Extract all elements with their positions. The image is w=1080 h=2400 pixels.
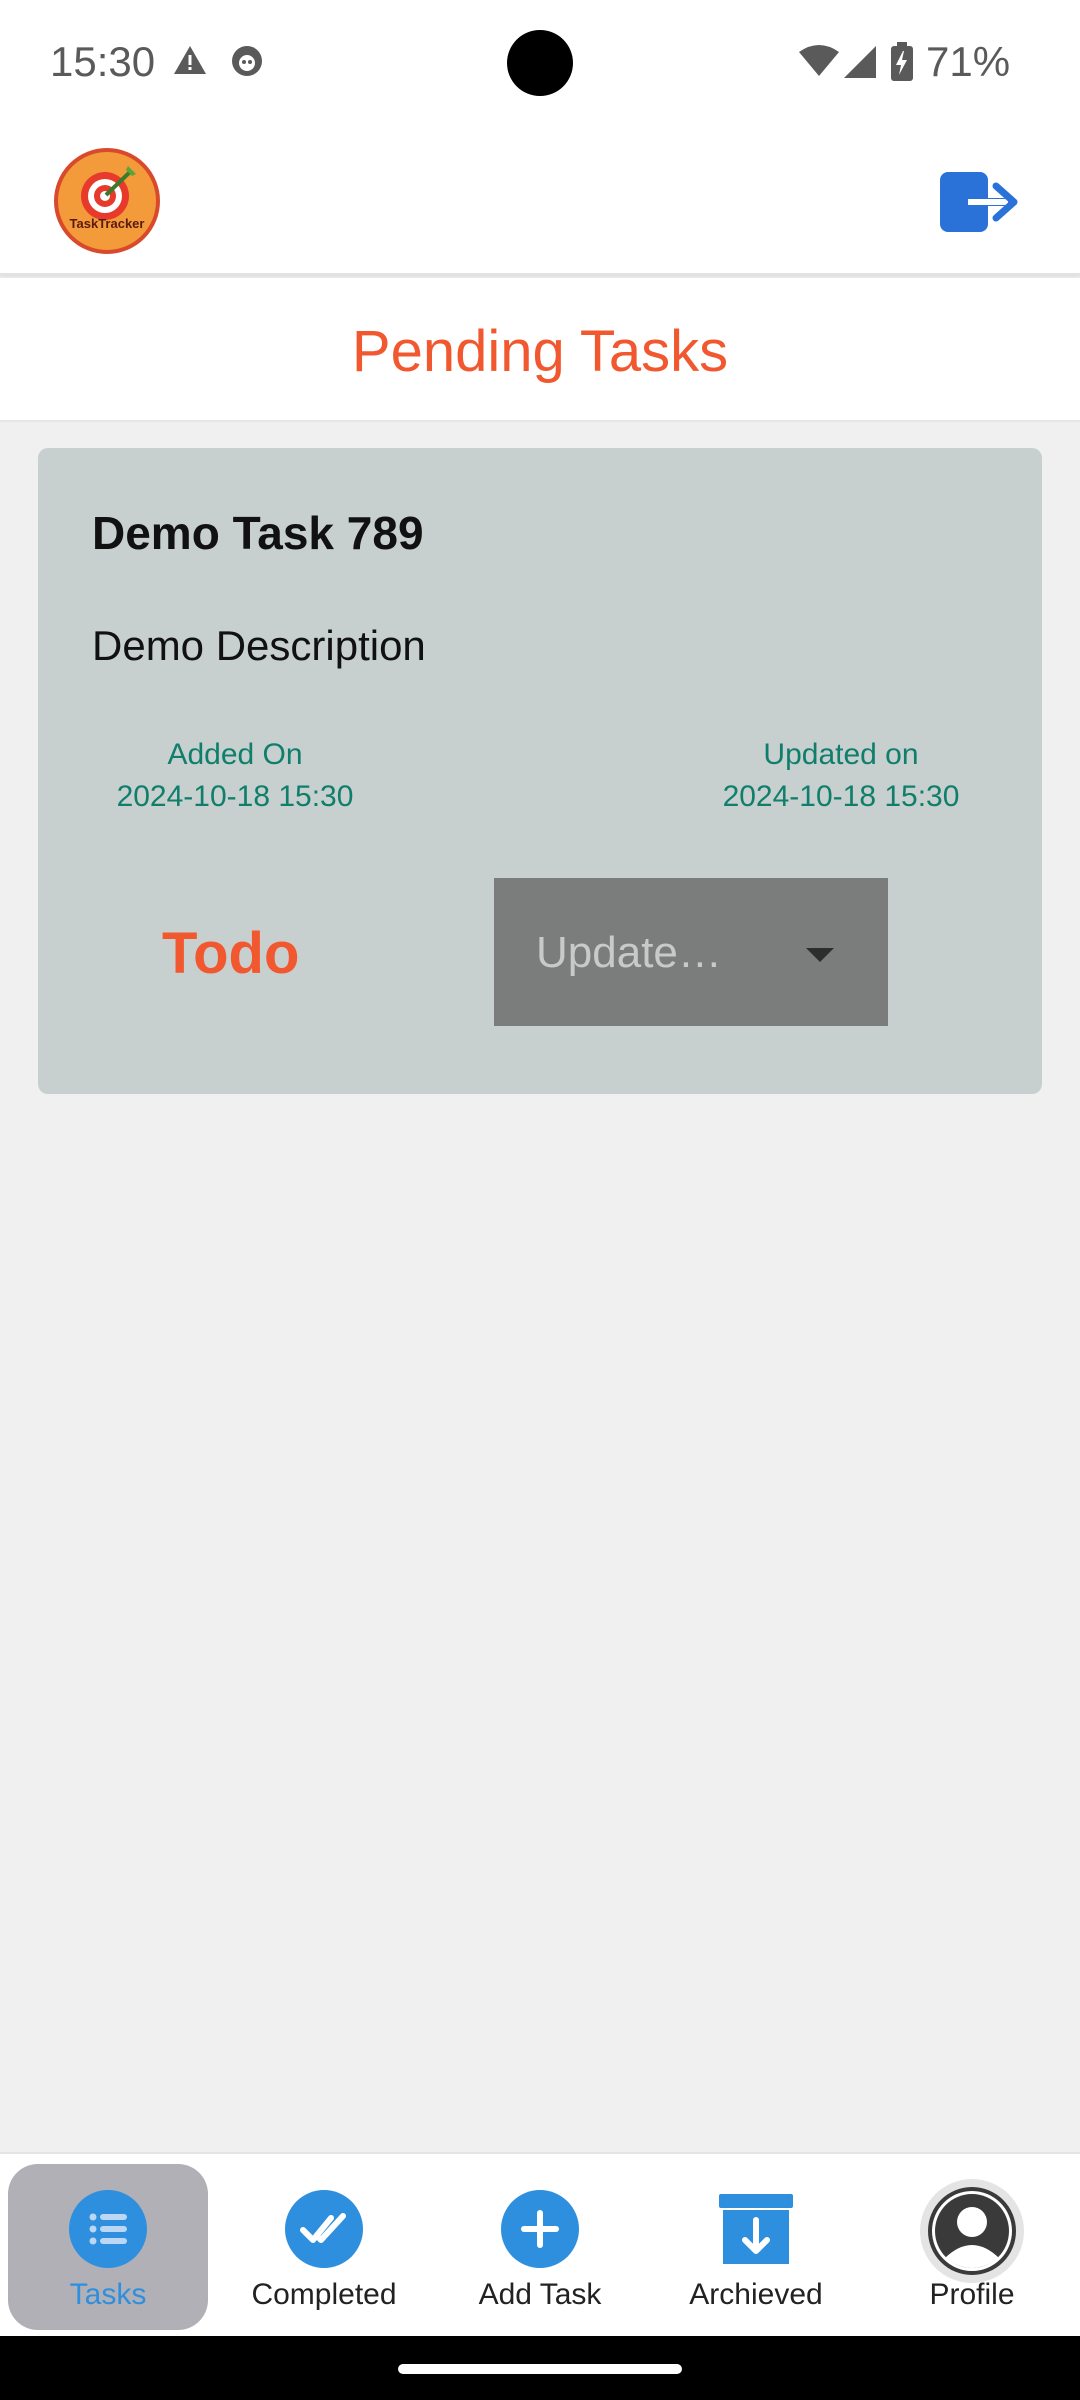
logout-icon[interactable] [938,168,1020,236]
nav-label-archived: Archieved [689,2278,823,2311]
battery-icon [891,42,913,81]
task-card[interactable]: Demo Task 789 Demo Description Added On … [38,448,1042,1094]
nav-label-completed: Completed [251,2278,397,2311]
target-icon [81,166,136,220]
status-time: 15:30 [50,38,156,85]
added-on-label: Added On [167,738,303,771]
update-status-dropdown[interactable]: Update… [494,878,888,1026]
updated-on-label: Updated on [763,738,919,771]
nav-label-add-task: Add Task [478,2278,602,2311]
task-status: Todo [162,921,300,986]
title-bar: Pending Tasks [0,278,1080,422]
double-check-icon [285,2190,363,2268]
nav-profile[interactable]: Profile [872,2164,1072,2330]
wifi-icon [799,45,839,76]
camera-cutout [507,30,573,96]
updated-on-value: 2024-10-18 15:30 [722,780,960,813]
list-icon [69,2190,147,2268]
task-title: Demo Task 789 [92,507,424,559]
nav-label-profile: Profile [929,2278,1015,2311]
nav-add-task[interactable]: Add Task [440,2164,640,2330]
screen: 15:30 71% TaskTracker Pending Tasks Demo… [0,0,1080,2400]
updated-on-block: Updated on 2024-10-18 15:30 [696,734,986,818]
added-on-value: 2024-10-18 15:30 [116,780,354,813]
nav-tasks[interactable]: Tasks [8,2164,208,2330]
gesture-bar [0,2336,1080,2400]
home-indicator[interactable] [398,2364,682,2374]
plus-icon [501,2190,579,2268]
signal-icon [844,46,876,78]
page-title: Pending Tasks [351,319,729,384]
nav-label-tasks: Tasks [69,2278,147,2311]
app-logo: TaskTracker [54,148,160,254]
chevron-down-icon [806,948,834,962]
bottom-nav: Tasks Completed Add Task Archieved Profi… [0,2152,1080,2336]
notification-icon [232,46,262,76]
battery-percent: 71% [926,38,1011,85]
nav-archived[interactable]: Archieved [656,2164,856,2330]
archive-icon [719,2194,793,2264]
app-header: TaskTracker [0,130,1080,276]
logo-text: TaskTracker [69,216,145,231]
task-description: Demo Description [92,622,426,669]
added-on-block: Added On 2024-10-18 15:30 [90,734,380,818]
nav-completed[interactable]: Completed [224,2164,424,2330]
update-placeholder: Update… [536,928,722,977]
profile-icon [920,2179,1024,2283]
status-bar: 15:30 71% [0,0,1080,130]
warning-icon [174,46,206,74]
